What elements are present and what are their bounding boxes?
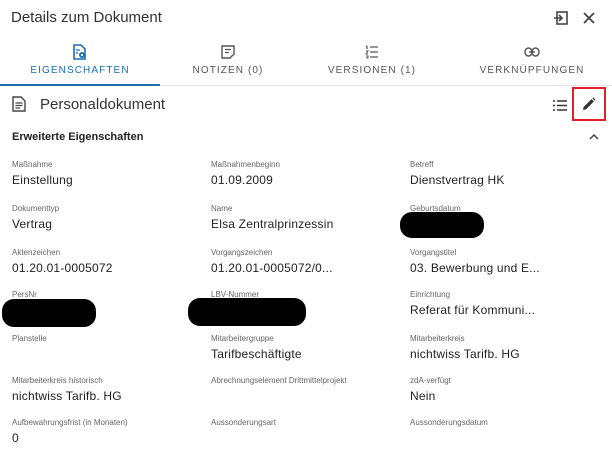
field-label: Maßnahme [12,160,53,169]
field-vorgangstitel: Vorgangstitel 03. Bewerbung und E... [410,248,600,275]
field-value: Tarifbeschäftigte [211,347,302,361]
field-aktenzeichen: Aktenzeichen 01.20.01-0005072 [12,248,202,275]
field-value: 01.20.01-0005072 [12,261,113,275]
dialog-title: Details zum Dokument [11,9,162,26]
field-einrichtung: Einrichtung Referat für Kommuni... [410,290,600,317]
field-mitarbeitergruppe: Mitarbeitergruppe Tarifbeschäftigte [211,334,401,361]
link-icon [524,47,540,57]
field-label: PersNr [12,290,37,299]
redaction-mark [400,212,484,238]
redaction-mark [188,298,306,326]
tab-notizen[interactable]: NOTIZEN (0) [168,36,288,86]
field-value: 01.20.01-0005072/0... [211,261,333,275]
list-view-button[interactable] [550,95,570,115]
field-massnahme: Maßnahme Einstellung [12,160,202,187]
versions-list-icon [365,45,378,59]
field-label: Planstelle [12,334,47,343]
field-label: Mitarbeiterkreis historisch [12,376,103,385]
list-icon [553,99,567,111]
field-label: Vorgangszeichen [211,248,273,257]
document-title: Personaldokument [40,96,166,113]
field-massnahmenbeginn: Maßnahmenbeginn 01.09.2009 [211,160,401,187]
field-label: zdA-verfügt [410,376,451,385]
document-header: Personaldokument [0,87,612,123]
field-label: Vorgangstitel [410,248,457,257]
field-label: Dokumenttyp [12,204,60,213]
field-label: Aussonderungsdatum [410,418,488,427]
section-title: Erweiterte Eigenschaften [12,131,144,143]
field-value: 03. Bewerbung und E... [410,261,540,275]
field-value: nichtwiss Tarifb. HG [12,389,122,403]
field-zda-verfuegt: zdA-verfügt Nein [410,376,600,403]
pencil-icon [583,97,596,110]
tab-label: NOTIZEN (0) [192,65,264,76]
edit-button[interactable] [572,87,606,121]
active-tab-indicator [0,84,160,86]
field-label: Maßnahmenbeginn [211,160,280,169]
tab-bar: EIGENSCHAFTEN NOTIZEN (0) VERSIONEN (1) [0,36,612,86]
collapse-button[interactable] [586,129,602,145]
field-label: Betreff [410,160,434,169]
field-value: 0 [12,431,19,445]
field-label: Einrichtung [410,290,451,299]
field-value: nichtwiss Tarifb. HG [410,347,520,361]
open-in-panel-icon [554,11,568,25]
field-label: Name [211,204,233,213]
field-label: Aussonderungsart [211,418,276,427]
field-betreff: Betreff Dienstvertrag HK [410,160,600,187]
field-mitarbeiterkreis-historisch: Mitarbeiterkreis historisch nichtwiss Ta… [12,376,202,403]
close-button[interactable] [578,7,600,29]
open-external-button[interactable] [550,7,572,29]
tab-label: EIGENSCHAFTEN [30,65,130,76]
field-dokumenttyp: Dokumenttyp Vertrag [12,204,202,231]
document-settings-icon [73,44,86,60]
field-label: Aufbewahrungsfrist (in Monaten) [12,418,128,427]
field-aufbewahrungsfrist: Aufbewahrungsfrist (in Monaten) 0 [12,418,202,445]
tab-verknuepfungen[interactable]: VERKNÜPFUNGEN [462,36,602,86]
field-value: 01.09.2009 [211,173,274,187]
close-icon [583,12,595,24]
tab-eigenschaften[interactable]: EIGENSCHAFTEN [0,36,160,86]
field-name: Name Elsa Zentralprinzessin [211,204,401,231]
field-value: Nein [410,389,436,403]
field-value: Dienstvertrag HK [410,173,505,187]
field-mitarbeiterkreis: Mitarbeiterkreis nichtwiss Tarifb. HG [410,334,600,361]
tab-label: VERSIONEN (1) [327,65,417,76]
dialog-header: Details zum Dokument [0,0,612,36]
field-label: Aktenzeichen [12,248,61,257]
field-aussonderungsart: Aussonderungsart [211,418,401,431]
document-icon [12,96,26,117]
field-label: Mitarbeitergruppe [211,334,274,343]
field-value: Vertrag [12,217,53,231]
note-icon [221,45,235,59]
field-label: Mitarbeiterkreis [410,334,465,343]
field-value: Referat für Kommuni... [410,303,536,317]
field-value: Elsa Zentralprinzessin [211,217,334,231]
section-header-erweiterte-eigenschaften[interactable]: Erweiterte Eigenschaften [0,124,612,152]
field-abrechnungselement: Abrechnungselement Drittmittelprojekt [211,376,401,389]
tab-label: VERKNÜPFUNGEN [479,65,585,76]
field-vorgangszeichen: Vorgangszeichen 01.20.01-0005072/0... [211,248,401,275]
field-label: Abrechnungselement Drittmittelprojekt [211,376,347,385]
chevron-up-icon [589,134,599,140]
field-aussonderungsdatum: Aussonderungsdatum [410,418,600,431]
field-value: Einstellung [12,173,73,187]
tab-versionen[interactable]: VERSIONEN (1) [312,36,432,86]
redaction-mark [2,299,96,327]
field-planstelle: Planstelle [12,334,202,347]
